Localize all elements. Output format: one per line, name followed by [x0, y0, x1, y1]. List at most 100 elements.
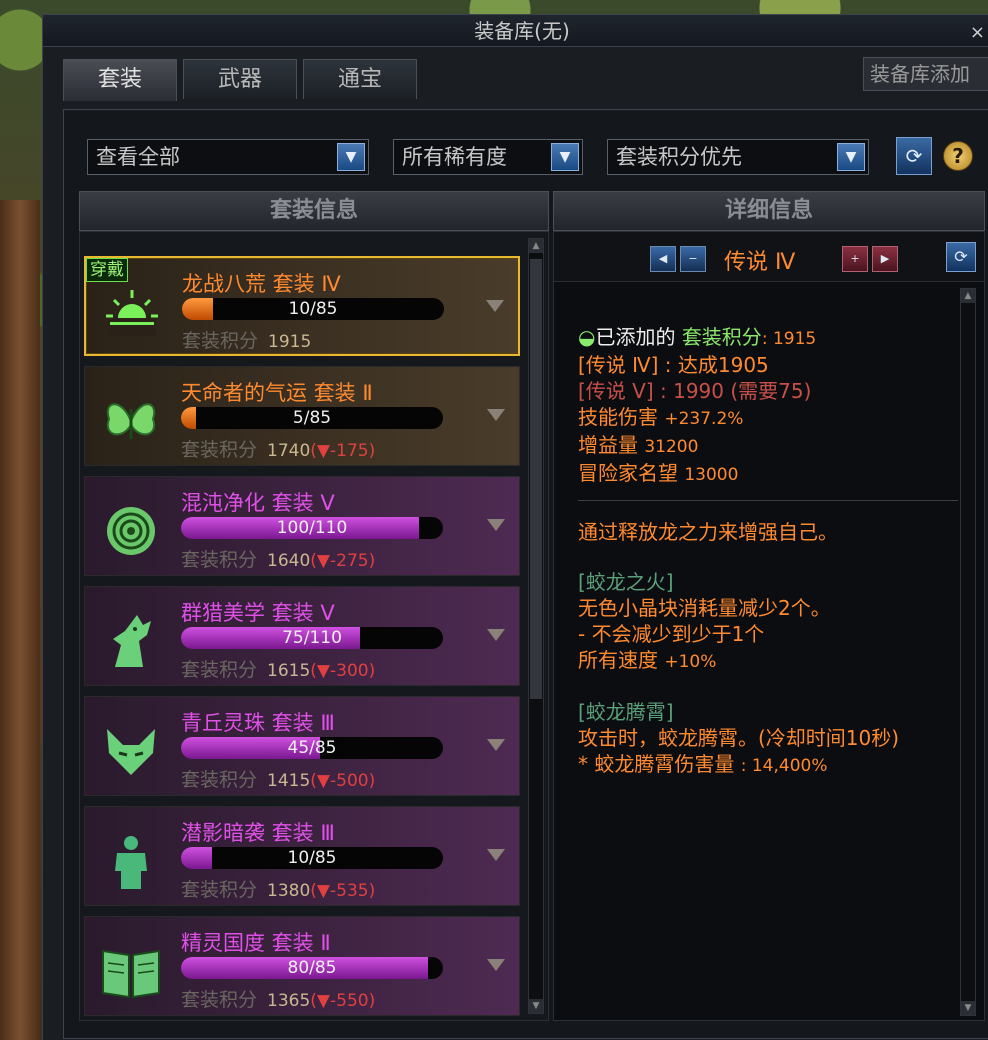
set-list-item[interactable]: 群猎美学 套装 Ⅴ 75/110 套装积分 1615(▼-300) — [84, 586, 520, 686]
detail-refresh-icon[interactable]: ⟳ — [946, 242, 976, 272]
set-score-diff: (▼-300) — [310, 661, 376, 681]
achieved-line: [传说 Ⅳ] : 达成1905 — [578, 353, 769, 377]
set-progress-text: 10/85 — [287, 848, 337, 868]
detail-scrollbar[interactable]: ▲ ▼ — [960, 288, 976, 1016]
set-name: 天命者的气运 套装 Ⅱ — [181, 381, 373, 405]
effect2-line1: 攻击时，蛟龙腾霄。(冷却时间10秒) — [578, 726, 900, 750]
set-progress-text: 10/85 — [288, 299, 338, 319]
set-score-value: 1740 — [267, 441, 311, 461]
set-score-line: 套装积分 1615(▼-300) — [181, 655, 375, 682]
effect1-line3-label: 所有速度 — [578, 648, 658, 672]
scroll-down-icon[interactable]: ▼ — [529, 999, 543, 1013]
tab-sets[interactable]: 套装 — [63, 59, 177, 101]
scroll-down-icon[interactable]: ▼ — [961, 1001, 975, 1015]
effect2-line2-label: * 蛟龙腾霄伤害量 — [578, 752, 735, 776]
category-filter-value: 查看全部 — [96, 145, 180, 169]
expand-arrow-icon[interactable] — [487, 629, 505, 641]
help-icon[interactable]: ? — [943, 141, 973, 171]
scroll-up-icon[interactable]: ▲ — [529, 239, 543, 253]
detail-body: ◒已添加的 套装积分: 1915 [传说 Ⅳ] : 达成1905 [传说 Ⅴ] … — [578, 324, 958, 779]
first-level-icon[interactable]: ◀ — [650, 246, 676, 272]
set-score-diff: (▼-500) — [310, 771, 376, 791]
set-description: 通过释放龙之力来增强自己。 — [578, 520, 838, 544]
sun-small-icon: ◒ — [578, 325, 596, 349]
chevron-down-icon[interactable]: ▼ — [337, 143, 365, 171]
set-progress-bar: 10/85 — [182, 298, 444, 320]
set-score-label: 套装积分 — [181, 439, 258, 461]
detail-info-header: 详细信息 — [553, 191, 985, 231]
chevron-down-icon[interactable]: ▼ — [551, 143, 579, 171]
expand-arrow-icon[interactable] — [487, 519, 505, 531]
expand-arrow-icon[interactable] — [487, 409, 505, 421]
set-list-item[interactable]: 青丘灵珠 套装 Ⅲ 45/85 套装积分 1415(▼-500) — [84, 696, 520, 796]
expand-arrow-icon[interactable] — [487, 739, 505, 751]
window-titlebar[interactable]: 装备库(无) × — [43, 15, 988, 47]
set-list-item[interactable]: 穿戴 龙战八荒 套装 Ⅳ 10/85 套装积分 1915 — [84, 256, 520, 356]
set-score-diff: (▼-175) — [310, 441, 376, 461]
set-score-value: 1615 — [267, 661, 311, 681]
rarity-filter-dropdown[interactable]: 所有稀有度 ▼ — [393, 139, 583, 175]
butterfly-icon — [99, 389, 163, 453]
effect1-line3-value: +10% — [664, 652, 717, 672]
set-score-line: 套装积分 1915 — [182, 326, 311, 353]
set-score-value: 1380 — [267, 881, 311, 901]
buff-label: 增益量 — [578, 433, 638, 457]
set-score-diff: (▼-550) — [310, 991, 376, 1011]
set-progress-bar: 100/110 — [181, 517, 443, 539]
sort-value: 套装积分优先 — [616, 145, 742, 169]
tab-weapons[interactable]: 武器 — [183, 59, 297, 99]
equipment-library-window: 装备库(无) × 套装 武器 通宝 装备库添加 查看全部 ▼ 所有稀有度 ▼ 套… — [42, 14, 988, 1040]
chevron-down-icon[interactable]: ▼ — [837, 143, 865, 171]
expand-arrow-icon[interactable] — [487, 849, 505, 861]
tab-treasure[interactable]: 通宝 — [303, 59, 417, 99]
expand-arrow-icon[interactable] — [486, 300, 504, 312]
set-score-diff: (▼-535) — [310, 881, 376, 901]
scroll-thumb[interactable] — [530, 259, 542, 699]
tree-trunk-decoration — [0, 200, 40, 1040]
sort-dropdown[interactable]: 套装积分优先 ▼ — [607, 139, 869, 175]
effect1-line2: - 不会减少到少于1个 — [578, 622, 765, 646]
skill-damage-value: +237.2% — [664, 409, 744, 429]
set-progress-bar: 80/85 — [181, 957, 443, 979]
divider — [578, 500, 958, 501]
effect1-line1: 无色小晶块消耗量减少2个。 — [578, 596, 831, 620]
added-prefix: 已添加的 — [595, 325, 676, 349]
set-progress-text: 100/110 — [276, 518, 348, 538]
prev-level-icon[interactable]: − — [680, 246, 706, 272]
scroll-up-icon[interactable]: ▲ — [961, 289, 975, 303]
level-navigator: ◀ − 传说 Ⅳ + ▶ ⟳ — [554, 232, 984, 282]
next-level-icon[interactable]: + — [842, 246, 868, 272]
last-level-icon[interactable]: ▶ — [872, 246, 898, 272]
rarity-filter-value: 所有稀有度 — [402, 145, 507, 169]
set-score-value: 1415 — [267, 771, 311, 791]
set-list-item[interactable]: 天命者的气运 套装 Ⅱ 5/85 套装积分 1740(▼-175) — [84, 366, 520, 466]
next-level-line: [传说 Ⅴ] : 1990 (需要75) — [578, 379, 812, 403]
category-filter-dropdown[interactable]: 查看全部 ▼ — [87, 139, 369, 175]
set-list-scrollbar[interactable]: ▲ ▼ — [528, 238, 544, 1014]
set-list-item[interactable]: 精灵国度 套装 Ⅱ 80/85 套装积分 1365(▼-550) — [84, 916, 520, 1016]
set-list-item[interactable]: 潜影暗袭 套装 Ⅲ 10/85 套装积分 1380(▼-535) — [84, 806, 520, 906]
sun-icon — [100, 280, 164, 344]
set-progress-text: 45/85 — [287, 738, 337, 758]
set-score-line: 套装积分 1740(▼-175) — [181, 435, 375, 462]
set-score-line: 套装积分 1640(▼-275) — [181, 545, 375, 572]
set-score-label: 套装积分 — [182, 330, 259, 352]
effect1-title: [蛟龙之火] — [578, 570, 674, 594]
expand-arrow-icon[interactable] — [487, 959, 505, 971]
refresh-icon[interactable]: ⟳ — [896, 137, 932, 175]
window-title: 装备库(无) — [474, 19, 570, 43]
set-list-item[interactable]: 混沌净化 套装 Ⅴ 100/110 套装积分 1640(▼-275) — [84, 476, 520, 576]
set-score-line: 套装积分 1365(▼-550) — [181, 985, 375, 1012]
close-icon[interactable]: × — [970, 17, 985, 49]
set-progress-bar: 75/110 — [181, 627, 443, 649]
set-progress-text: 75/110 — [282, 628, 342, 648]
set-progress-bar: 45/85 — [181, 737, 443, 759]
set-name: 精灵国度 套装 Ⅱ — [181, 931, 331, 955]
figure-icon — [99, 829, 163, 893]
set-score-value: 1640 — [267, 551, 311, 571]
set-name: 龙战八荒 套装 Ⅳ — [182, 272, 341, 296]
detail-panel: ◀ − 传说 Ⅳ + ▶ ⟳ ▲ ▼ ◒已添加的 套装积分: 1915 [传说 … — [553, 231, 985, 1021]
set-list: 穿戴 龙战八荒 套装 Ⅳ 10/85 套装积分 1915 天命者的气运 套装 Ⅱ 5/85 套… — [79, 231, 549, 1021]
added-value: : 1915 — [761, 329, 817, 349]
add-to-library-button[interactable]: 装备库添加 — [863, 57, 988, 91]
